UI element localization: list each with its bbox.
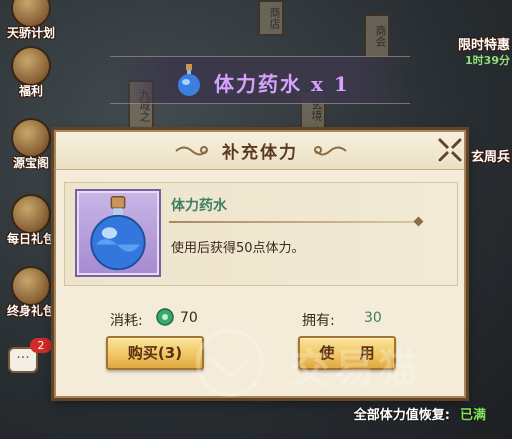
dialog-title: 补充体力 bbox=[222, 143, 298, 163]
recovery-label: 全部体力值恢复: bbox=[353, 408, 450, 423]
potion-icon bbox=[178, 64, 200, 96]
scene-sign-guild: 商会 bbox=[364, 14, 390, 58]
stamina-recovery-status: 全部体力值恢复: 已满 bbox=[354, 404, 486, 423]
treasure-pavilion-icon bbox=[11, 118, 51, 158]
menu-item-welfare[interactable]: 福利 bbox=[0, 46, 62, 99]
item-description: 使用后获得50点体力。 bbox=[171, 241, 305, 256]
stamina-potion-icon bbox=[90, 196, 146, 271]
divider bbox=[169, 221, 417, 223]
item-name: 体力药水 bbox=[171, 198, 227, 214]
use-button[interactable]: 使 用 bbox=[298, 336, 396, 370]
owned-value: 30 bbox=[364, 310, 382, 326]
dialog-header: 补充体力 bbox=[56, 132, 464, 170]
owned-label: 拥有: bbox=[302, 313, 335, 329]
jade-icon bbox=[156, 308, 174, 326]
scroll-ornament-icon bbox=[314, 146, 347, 156]
menu-item-lifetime-gift[interactable]: 终身礼包 bbox=[0, 266, 62, 319]
chat-unread-badge: 2 bbox=[30, 338, 52, 353]
welfare-icon bbox=[11, 46, 51, 86]
menu-label: 源宝阁 bbox=[12, 156, 49, 170]
left-menu: 天骄计划 福利 源宝阁 每日礼包 终身礼包 bbox=[0, 0, 62, 439]
close-icon[interactable] bbox=[430, 130, 470, 170]
offer-timer: 1时39分 bbox=[465, 54, 510, 67]
lifetime-gift-icon bbox=[11, 266, 51, 306]
recovery-status-value: 已满 bbox=[459, 408, 486, 423]
limited-offer-label[interactable]: 限时特惠 bbox=[458, 34, 510, 53]
menu-item-treasure[interactable]: 源宝阁 bbox=[0, 118, 62, 171]
scene-sign-shop: 商店 bbox=[258, 0, 284, 36]
item-obtained-banner: 体力药水 x 1 bbox=[110, 56, 410, 104]
xuanzhou-label[interactable]: 玄周兵 bbox=[471, 146, 510, 165]
item-slot bbox=[75, 189, 161, 277]
banner-text: 体力药水 x 1 bbox=[214, 72, 350, 96]
menu-label: 每日礼包 bbox=[6, 232, 55, 246]
cost-value: 70 bbox=[180, 310, 198, 326]
menu-item-tianjiao[interactable]: 天骄计划 bbox=[0, 0, 62, 41]
menu-label: 福利 bbox=[18, 84, 43, 98]
buy-button[interactable]: 购买(3) bbox=[106, 336, 204, 370]
replenish-stamina-dialog: 补充体力 体力药水 使用后获得50点体力。 消耗: 70 拥有: 30 购买(3… bbox=[54, 130, 466, 398]
menu-label: 天骄计划 bbox=[6, 26, 55, 40]
menu-item-daily-gift[interactable]: 每日礼包 bbox=[0, 194, 62, 247]
daily-gift-icon bbox=[11, 194, 51, 234]
cost-label: 消耗: bbox=[110, 313, 143, 329]
item-info-panel: 体力药水 使用后获得50点体力。 bbox=[64, 182, 458, 286]
menu-label: 终身礼包 bbox=[6, 304, 55, 318]
